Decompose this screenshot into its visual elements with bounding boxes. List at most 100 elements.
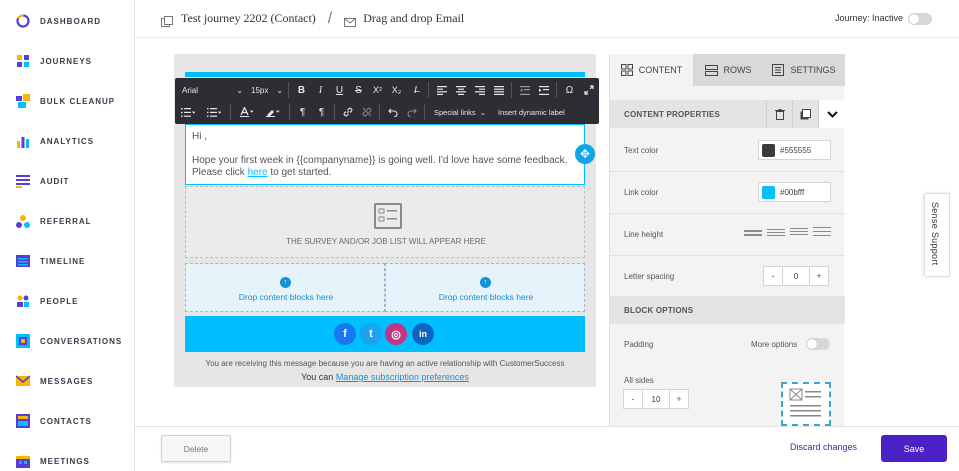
align-left-icon[interactable]	[432, 80, 451, 100]
outdent-icon[interactable]	[515, 80, 534, 100]
decrement-button[interactable]: -	[624, 390, 642, 408]
sidebar-item-analytics[interactable]: ANALYTICS	[0, 121, 135, 161]
superscript-button[interactable]: X²	[368, 80, 387, 100]
padding-stepper[interactable]: - 10 +	[623, 389, 689, 409]
sidebar-item-label: MEETINGS	[40, 456, 90, 466]
text-content-block[interactable]: Hi , Hope your first week in {{companyna…	[185, 124, 585, 185]
twitter-icon[interactable]: t	[360, 323, 382, 345]
section-title: CONTENT PROPERTIES	[624, 109, 721, 119]
line-height-relaxed-icon[interactable]	[790, 228, 808, 238]
align-center-icon[interactable]	[451, 80, 470, 100]
text-color-icon[interactable]	[234, 102, 260, 122]
align-justify-icon[interactable]	[489, 80, 508, 100]
insert-dynamic-label-button[interactable]: Insert dynamic label	[492, 104, 571, 120]
underline-button[interactable]: U	[330, 80, 349, 100]
font-family-select[interactable]: Arial ⌄	[175, 80, 247, 100]
align-right-icon[interactable]	[470, 80, 489, 100]
sidebar-item-label: REFERRAL	[40, 216, 92, 226]
trash-icon[interactable]	[766, 100, 792, 128]
sense-support-tab[interactable]: Sense Support	[924, 193, 950, 277]
increment-button[interactable]: +	[670, 390, 688, 408]
sidebar-item-label: ANALYTICS	[40, 136, 95, 146]
email-footer-text: You can	[301, 372, 336, 382]
tab-rows[interactable]: ROWS	[693, 54, 763, 86]
discard-changes-button[interactable]: Discard changes	[790, 442, 857, 452]
italic-button[interactable]: I	[311, 80, 330, 100]
sidebar-item-dashboard[interactable]: DASHBOARD	[0, 1, 135, 41]
special-character-button[interactable]: Ω	[560, 80, 579, 100]
toolbar-divider	[424, 104, 425, 120]
special-links-dropdown[interactable]: Special links ⌄	[428, 104, 492, 120]
delete-button[interactable]: Delete	[161, 435, 231, 462]
sidebar-item-meetings[interactable]: MEETINGS	[0, 441, 135, 471]
timeline-icon	[16, 254, 30, 268]
line-height-compact-icon[interactable]	[744, 230, 762, 240]
sidebar-item-label: JOURNEYS	[40, 56, 93, 66]
meetings-icon	[16, 454, 30, 468]
journey-active-toggle[interactable]	[908, 13, 932, 25]
bold-button[interactable]: B	[292, 80, 311, 100]
facebook-icon[interactable]: f	[334, 323, 356, 345]
grid-icon	[620, 64, 633, 76]
survey-placeholder-block[interactable]: THE SURVEY AND/OR JOB LIST WILL APPEAR H…	[185, 186, 585, 258]
link-color-picker[interactable]: #00bfff	[758, 182, 831, 202]
email-body-line2: Please click here to get started.	[192, 167, 578, 179]
drop-zone-text: Drop content blocks here	[238, 292, 334, 302]
tab-label: ROWS	[723, 65, 752, 75]
drop-zone-left[interactable]: ↑ Drop content blocks here	[185, 263, 385, 312]
link-color-swatch	[762, 185, 775, 199]
line-height-normal-icon[interactable]	[767, 229, 785, 239]
sidebar-item-journeys[interactable]: JOURNEYS	[0, 41, 135, 81]
sidebar-item-contacts[interactable]: CONTACTS	[0, 401, 135, 441]
email-body-link[interactable]: here	[248, 167, 268, 178]
increment-button[interactable]: +	[810, 267, 828, 285]
sidebar-item-timeline[interactable]: TIMELINE	[0, 241, 135, 281]
social-bar[interactable]: f t ◎ in	[185, 316, 585, 352]
sidebar-item-referral[interactable]: REFERRAL	[0, 201, 135, 241]
highlight-color-icon[interactable]	[260, 102, 286, 122]
indent-icon[interactable]	[534, 80, 553, 100]
linkedin-icon[interactable]: in	[412, 323, 434, 345]
ordered-list-icon[interactable]	[175, 102, 201, 122]
drop-zone-right[interactable]: ↑ Drop content blocks here	[385, 263, 585, 312]
sidebar-item-messages[interactable]: MESSAGES	[0, 361, 135, 401]
clear-format-button[interactable]: I̶	[406, 80, 425, 100]
tab-label: SETTINGS	[790, 65, 836, 75]
redo-icon[interactable]	[402, 102, 421, 122]
line-height-loose-icon[interactable]	[813, 227, 831, 237]
dashboard-icon	[16, 14, 30, 28]
journey-title[interactable]: Test journey 2202 (Contact)	[181, 11, 316, 26]
tab-settings[interactable]: SETTINGS	[763, 54, 845, 86]
letter-spacing-value[interactable]: 0	[782, 267, 810, 285]
manage-subscription-link[interactable]: Manage subscription preferences	[336, 372, 469, 382]
duplicate-icon[interactable]	[792, 100, 818, 128]
sidebar-item-conversations[interactable]: CONVERSATIONS	[0, 321, 135, 361]
email-body-line1: Hope your first week in {{companyname}} …	[192, 155, 568, 166]
sidebar-item-audit[interactable]: AUDIT	[0, 161, 135, 201]
unordered-list-icon[interactable]	[201, 102, 227, 122]
padding-value[interactable]: 10	[642, 390, 670, 408]
save-button[interactable]: Save	[881, 435, 947, 462]
more-options-toggle[interactable]	[806, 338, 830, 350]
link-icon[interactable]	[338, 102, 357, 122]
sidebar-item-people[interactable]: PEOPLE	[0, 281, 135, 321]
decrement-button[interactable]: -	[764, 267, 782, 285]
chevron-down-icon[interactable]	[818, 100, 845, 128]
strikethrough-button[interactable]: S	[349, 80, 368, 100]
rich-text-toolbar: Arial ⌄ 15px ⌄ B I U S X² X₂ I̶ Ω ¶ ¶ Sp…	[175, 78, 599, 124]
instagram-icon[interactable]: ◎	[385, 323, 407, 345]
subscript-button[interactable]: X₂	[387, 80, 406, 100]
text-color-swatch	[762, 143, 775, 157]
paragraph-rtl-button[interactable]: ¶	[312, 102, 331, 122]
tab-content[interactable]: CONTENT	[610, 54, 693, 86]
sidebar-item-bulk-cleanup[interactable]: BULK CLEANUP	[0, 81, 135, 121]
move-handle-icon[interactable]: ✥	[575, 144, 595, 164]
text-color-picker[interactable]: #555555	[758, 140, 831, 160]
undo-icon[interactable]	[383, 102, 402, 122]
paragraph-ltr-button[interactable]: ¶	[293, 102, 312, 122]
fullscreen-icon[interactable]	[579, 80, 598, 100]
letter-spacing-stepper[interactable]: - 0 +	[763, 266, 829, 286]
unlink-icon[interactable]	[357, 102, 376, 122]
arrow-up-icon: ↑	[280, 277, 291, 288]
font-size-select[interactable]: 15px ⌄	[247, 80, 285, 100]
